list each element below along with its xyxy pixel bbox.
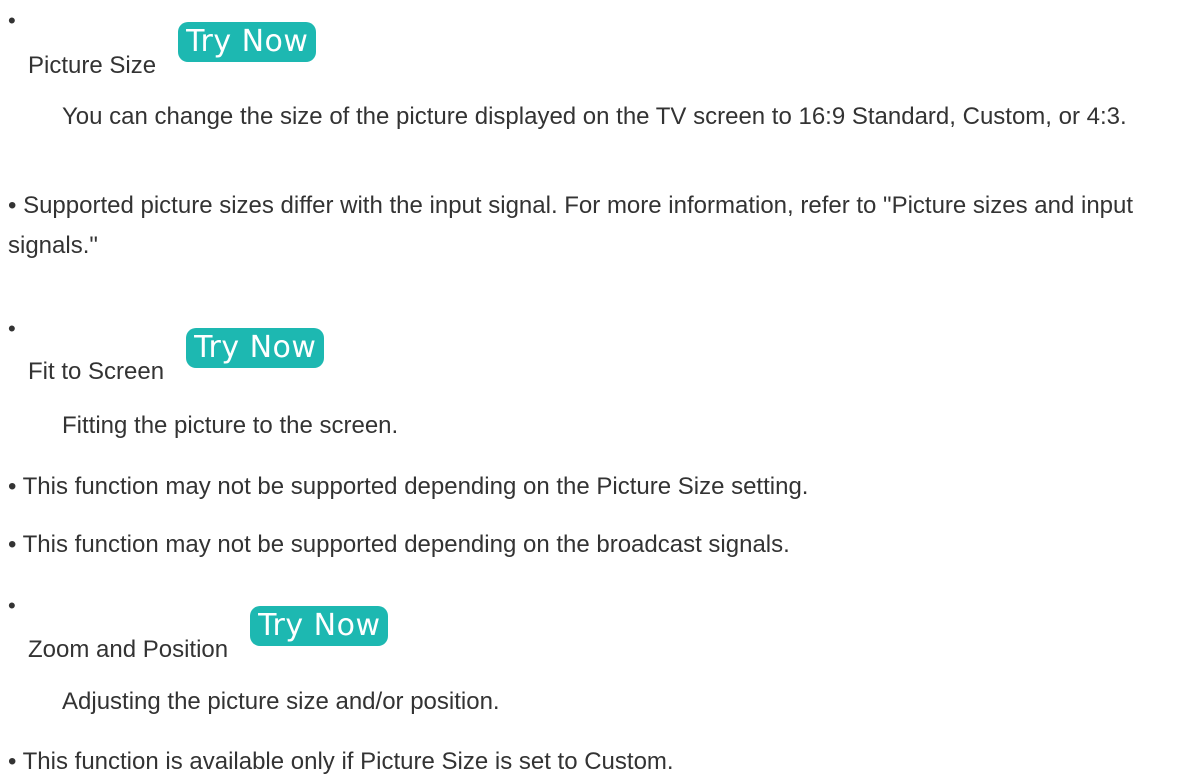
- heading-row: Fit to Screen Try Now: [28, 328, 325, 386]
- note-item: • This function may not be supported dep…: [8, 525, 1183, 565]
- note-item: • This function is available only if Pic…: [8, 742, 1183, 782]
- description-zoom-and-position: Adjusting the picture size and/or positi…: [62, 688, 500, 715]
- bullet-dot: •: [8, 192, 24, 219]
- note-item: • This function may not be supported dep…: [8, 467, 1183, 507]
- bullet-dot: •: [8, 316, 16, 341]
- bullet-dot: •: [8, 748, 23, 775]
- note-item: • Supported picture sizes differ with th…: [8, 186, 1183, 266]
- bullet-dot: •: [8, 531, 23, 558]
- description-fit-to-screen: Fitting the picture to the screen.: [62, 412, 399, 439]
- heading-picture-size: Picture Size: [28, 52, 157, 79]
- description-picture-size: You can change the size of the picture d…: [62, 103, 1127, 130]
- bullet-dot: •: [8, 593, 16, 618]
- heading-zoom-and-position: Zoom and Position: [28, 636, 229, 663]
- try-now-button[interactable]: Try Now: [178, 22, 317, 62]
- heading-fit-to-screen: Fit to Screen: [28, 358, 165, 385]
- try-now-button[interactable]: Try Now: [250, 606, 389, 646]
- note-text: This function may not be supported depen…: [22, 531, 790, 558]
- note-text: This function is available only if Pictu…: [22, 748, 674, 775]
- note-text: This function may not be supported depen…: [22, 473, 809, 500]
- bullet-dot: •: [8, 8, 16, 33]
- try-now-button[interactable]: Try Now: [186, 328, 325, 368]
- heading-row: Picture Size Try Now: [28, 22, 317, 80]
- note-text: Supported picture sizes differ with the …: [8, 192, 1134, 259]
- heading-row: Zoom and Position Try Now: [28, 606, 389, 664]
- bullet-dot: •: [8, 473, 23, 500]
